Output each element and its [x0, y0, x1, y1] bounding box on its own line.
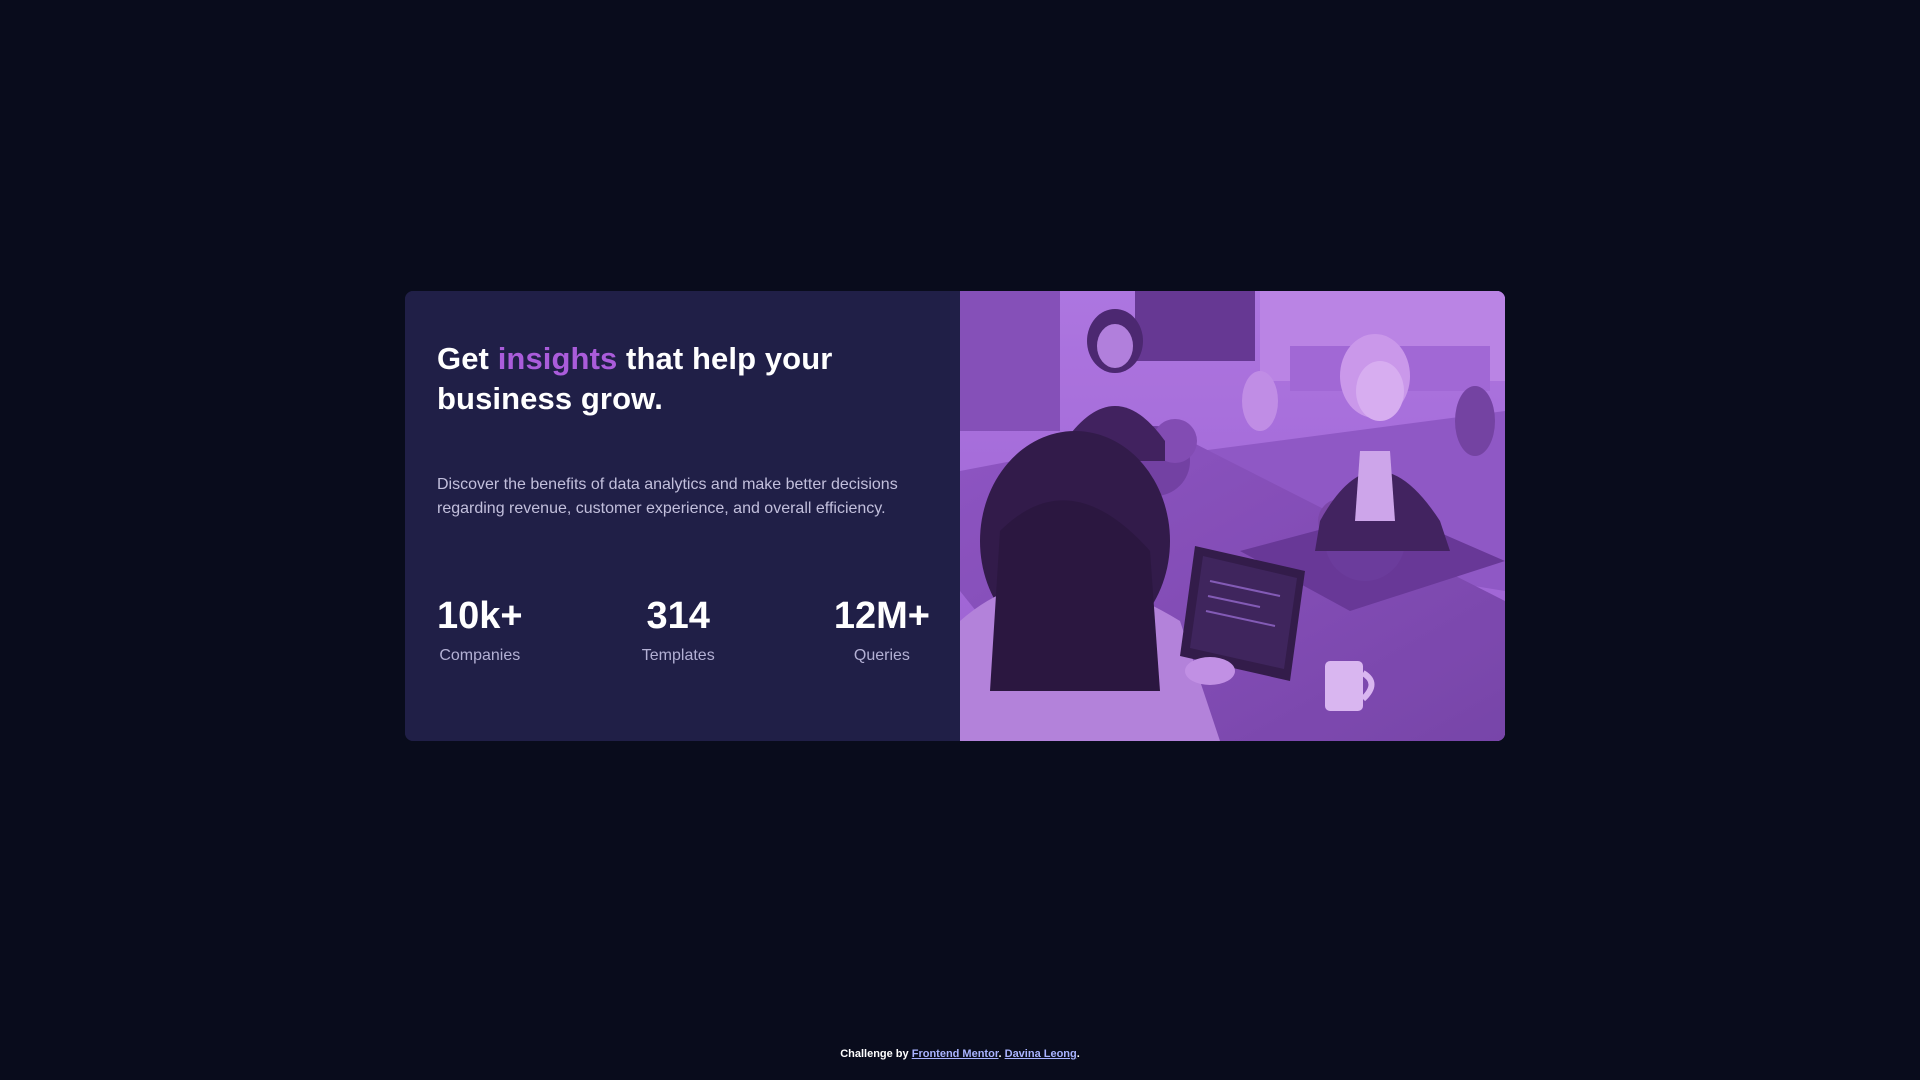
card-content: Get insights that help your business gro… [405, 291, 960, 741]
stat-value: 314 [646, 595, 710, 637]
stat-label: Queries [853, 647, 910, 664]
headline: Get insights that help your business gro… [437, 339, 877, 419]
headline-accent: insights [497, 341, 618, 376]
stat-value: 10k+ [437, 595, 523, 637]
attribution: Challenge by Frontend Mentor. Davina Leo… [0, 1048, 1920, 1060]
stat-value: 12M+ [833, 595, 930, 637]
stat-queries: 12M+ Queries [834, 596, 930, 666]
attribution-prefix: Challenge by [840, 1048, 912, 1060]
frontend-mentor-link[interactable]: Frontend Mentor [912, 1048, 999, 1060]
author-link[interactable]: Davina Leong [1005, 1048, 1077, 1060]
team-working-photo-icon [960, 291, 1505, 741]
stat-label: Companies [439, 647, 521, 664]
page: Get insights that help your business gro… [0, 0, 1920, 1080]
description: Discover the benefits of data analytics … [437, 476, 898, 517]
headline-start: Get [437, 341, 498, 376]
stats-row: 10k+ Companies 314 Templates 12M+ Querie… [437, 596, 930, 666]
stats-preview-card: Get insights that help your business gro… [405, 291, 1505, 741]
team-photo [960, 291, 1505, 741]
stat-companies: 10k+ Companies [437, 596, 523, 666]
stat-label: Templates [641, 647, 715, 664]
stat-templates: 314 Templates [642, 596, 715, 666]
attribution-suffix: . [1076, 1048, 1080, 1060]
